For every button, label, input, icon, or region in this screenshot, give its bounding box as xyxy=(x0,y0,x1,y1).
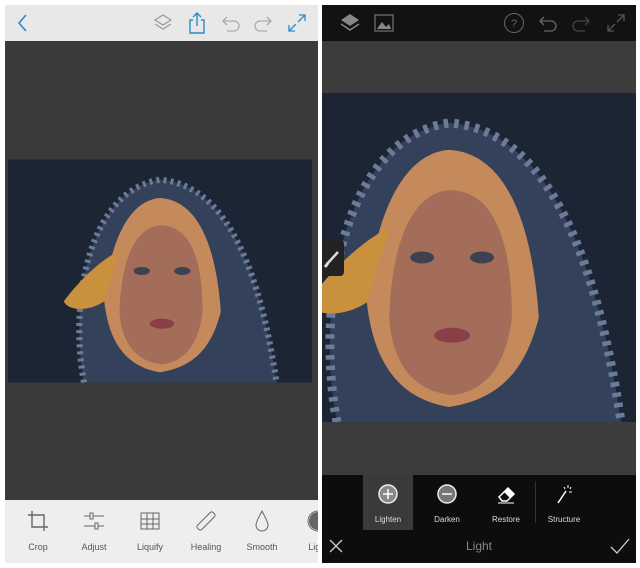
svg-text:?: ? xyxy=(511,18,517,30)
tool-strip: Crop Adjust Liquify Healing Smooth Light xyxy=(5,500,318,563)
tool-crop[interactable]: Crop xyxy=(10,500,66,563)
share-icon[interactable] xyxy=(185,11,209,35)
editor-panel-left: Crop Adjust Liquify Healing Smooth Light xyxy=(5,5,318,563)
editor-panel-right: ? Lighten Darken Restore Structure Light xyxy=(322,5,636,563)
tool-adjust[interactable]: Adjust xyxy=(66,500,122,563)
photo-canvas[interactable] xyxy=(8,157,312,385)
layers-icon[interactable] xyxy=(338,11,362,35)
back-icon[interactable] xyxy=(11,11,35,35)
smooth-icon xyxy=(255,509,269,532)
redo-icon[interactable] xyxy=(569,11,593,35)
liquify-icon xyxy=(140,512,160,530)
confirm-button[interactable] xyxy=(610,537,630,555)
top-toolbar xyxy=(5,5,318,41)
eraser-icon xyxy=(498,486,516,504)
tool-healing[interactable]: Healing xyxy=(178,500,234,563)
magic-wand-icon xyxy=(557,485,572,504)
expand-icon[interactable] xyxy=(604,11,628,35)
brush-toggle[interactable] xyxy=(322,240,344,276)
adjust-icon xyxy=(84,512,104,530)
lighten-icon xyxy=(378,484,398,504)
healing-icon xyxy=(196,511,216,531)
tool-lighten[interactable]: Lighten xyxy=(363,475,413,530)
expand-icon[interactable] xyxy=(285,11,309,35)
image-icon[interactable] xyxy=(372,11,396,35)
checkmark-icon xyxy=(610,538,630,554)
tool-liquify[interactable]: Liquify xyxy=(122,500,178,563)
crop-icon xyxy=(28,511,48,531)
photo-canvas[interactable] xyxy=(322,93,636,422)
layers-icon[interactable] xyxy=(151,11,175,35)
help-icon[interactable]: ? xyxy=(502,11,526,35)
tool-smooth[interactable]: Smooth xyxy=(234,500,290,563)
tool-light[interactable]: Light xyxy=(290,500,318,563)
light-icon xyxy=(307,510,318,532)
tool-darken[interactable]: Darken xyxy=(422,475,472,530)
undo-icon[interactable] xyxy=(536,11,560,35)
top-toolbar: ? xyxy=(322,5,636,41)
redo-icon[interactable] xyxy=(251,11,275,35)
brush-icon xyxy=(323,251,339,268)
mode-bar: Light xyxy=(322,530,636,563)
mode-title: Light xyxy=(465,539,493,553)
tool-structure[interactable]: Structure xyxy=(539,475,589,530)
divider xyxy=(535,481,536,523)
light-tool-strip: Lighten Darken Restore Structure xyxy=(322,475,636,530)
darken-icon xyxy=(437,484,457,504)
undo-icon[interactable] xyxy=(219,11,243,35)
tool-restore[interactable]: Restore xyxy=(481,475,531,530)
